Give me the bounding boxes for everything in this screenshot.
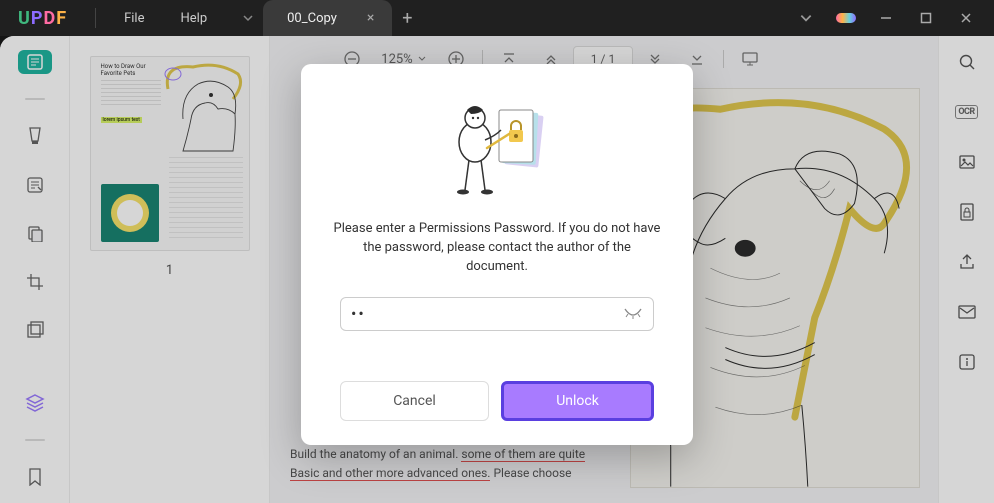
dialog-message: Please enter a Permissions Password. If … bbox=[333, 220, 661, 277]
menu-file[interactable]: File bbox=[106, 11, 162, 26]
new-tab-button[interactable]: + bbox=[392, 0, 422, 36]
chevron-down-icon bbox=[242, 12, 254, 24]
tab-close-icon[interactable]: × bbox=[367, 10, 374, 26]
close-icon bbox=[960, 12, 972, 24]
window-close[interactable] bbox=[946, 0, 986, 36]
password-input[interactable]: •• bbox=[340, 297, 654, 331]
maximize-icon bbox=[920, 12, 932, 24]
divider bbox=[95, 8, 96, 28]
unlock-button[interactable]: Unlock bbox=[501, 381, 654, 421]
brand-pill[interactable] bbox=[826, 0, 866, 36]
app-logo: UPDF bbox=[18, 8, 67, 29]
modal-overlay: Please enter a Permissions Password. If … bbox=[0, 36, 994, 503]
chevron-down-icon bbox=[799, 11, 813, 25]
dialog-illustration bbox=[437, 100, 557, 210]
rainbow-icon bbox=[836, 13, 856, 23]
tab-title: 00_Copy bbox=[287, 11, 337, 26]
tab-active[interactable]: 00_Copy × bbox=[263, 0, 392, 36]
tabstrip: 00_Copy × + bbox=[233, 0, 422, 36]
menu-help[interactable]: Help bbox=[162, 11, 225, 26]
minimize-icon bbox=[880, 12, 892, 24]
window-minimize[interactable] bbox=[866, 0, 906, 36]
titlebar: UPDF File Help 00_Copy × + bbox=[0, 0, 994, 36]
dialog-button-row: Cancel Unlock bbox=[340, 381, 654, 421]
cancel-button[interactable]: Cancel bbox=[340, 381, 489, 421]
password-value: •• bbox=[351, 304, 366, 323]
eye-toggle-icon[interactable] bbox=[623, 307, 643, 321]
titlebar-chevron-down[interactable] bbox=[786, 0, 826, 36]
permissions-password-dialog: Please enter a Permissions Password. If … bbox=[301, 64, 693, 445]
window-maximize[interactable] bbox=[906, 0, 946, 36]
tab-ghost-dropdown[interactable] bbox=[233, 0, 263, 36]
